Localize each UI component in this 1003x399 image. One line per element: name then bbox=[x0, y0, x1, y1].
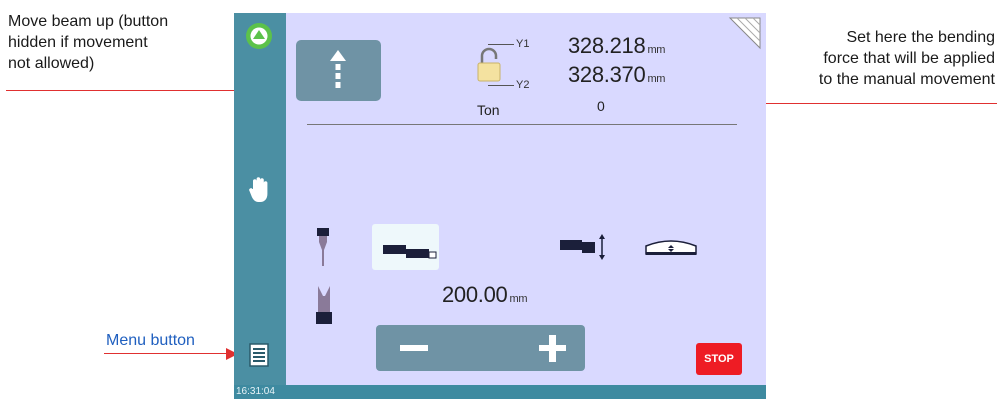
backgauge-tool-selected[interactable] bbox=[372, 224, 439, 270]
y2-value: 328.370 bbox=[568, 62, 646, 87]
annotation-line: to the manual movement bbox=[818, 71, 995, 88]
annotation-line: force that will be applied bbox=[823, 50, 995, 67]
minus-icon[interactable] bbox=[400, 345, 428, 351]
clock: 16:31:04 bbox=[236, 386, 275, 397]
hmi-screen: Y1 Y2 328.218 mm 328.370 mm Ton 0 200.00 mm bbox=[234, 13, 766, 399]
corner-fold-icon[interactable] bbox=[728, 16, 762, 50]
y2-bracket bbox=[488, 85, 514, 86]
block-vertical-arrow-icon[interactable] bbox=[558, 233, 608, 261]
y2-label: Y2 bbox=[516, 79, 530, 91]
annotation-menu: Menu button bbox=[106, 332, 195, 349]
distance-value: 200.00 bbox=[442, 282, 508, 307]
plus-icon-vertical[interactable] bbox=[549, 335, 556, 362]
backgauge-block-icon bbox=[383, 245, 437, 259]
distance-readout: 200.00 mm bbox=[442, 282, 528, 308]
annotation-line: Move beam up (button bbox=[8, 13, 169, 30]
menu-list-icon[interactable] bbox=[249, 343, 269, 367]
sidebar bbox=[234, 13, 286, 399]
stop-button[interactable]: STOP bbox=[696, 343, 742, 375]
hand-icon[interactable] bbox=[248, 176, 272, 204]
annotation-line: Set here the bending bbox=[846, 29, 995, 46]
annotation-bending-force: Set here the bending force that will be … bbox=[745, 27, 995, 90]
move-beam-up-button[interactable] bbox=[296, 40, 381, 101]
unit-label: mm bbox=[647, 44, 666, 56]
padlock-icon[interactable] bbox=[474, 45, 504, 85]
y1-value: 328.218 bbox=[568, 33, 646, 58]
die-tool-icon bbox=[316, 286, 332, 324]
level-icon[interactable] bbox=[644, 238, 698, 256]
annotation-line: not allowed) bbox=[8, 55, 95, 72]
position-stepper bbox=[376, 325, 585, 371]
ton-label: Ton bbox=[477, 102, 500, 118]
ton-value-field[interactable]: 0 bbox=[597, 98, 605, 114]
y2-position-readout: 328.370 mm bbox=[568, 62, 665, 88]
green-circle-up-icon[interactable] bbox=[245, 22, 273, 50]
annotation-line: hidden if movement bbox=[8, 34, 148, 51]
distance-unit: mm bbox=[509, 293, 528, 305]
y1-label: Y1 bbox=[516, 38, 530, 50]
arrow-up-dashed-icon bbox=[330, 50, 346, 88]
divider bbox=[307, 124, 737, 125]
annotation-move-beam: Move beam up (button hidden if movement … bbox=[8, 11, 218, 74]
punch-tool-icon bbox=[317, 228, 329, 266]
y1-position-readout: 328.218 mm bbox=[568, 33, 665, 59]
status-bar: 16:31:04 bbox=[234, 385, 766, 399]
unit-label: mm bbox=[647, 73, 666, 85]
annotation-arrow-line bbox=[104, 353, 228, 354]
